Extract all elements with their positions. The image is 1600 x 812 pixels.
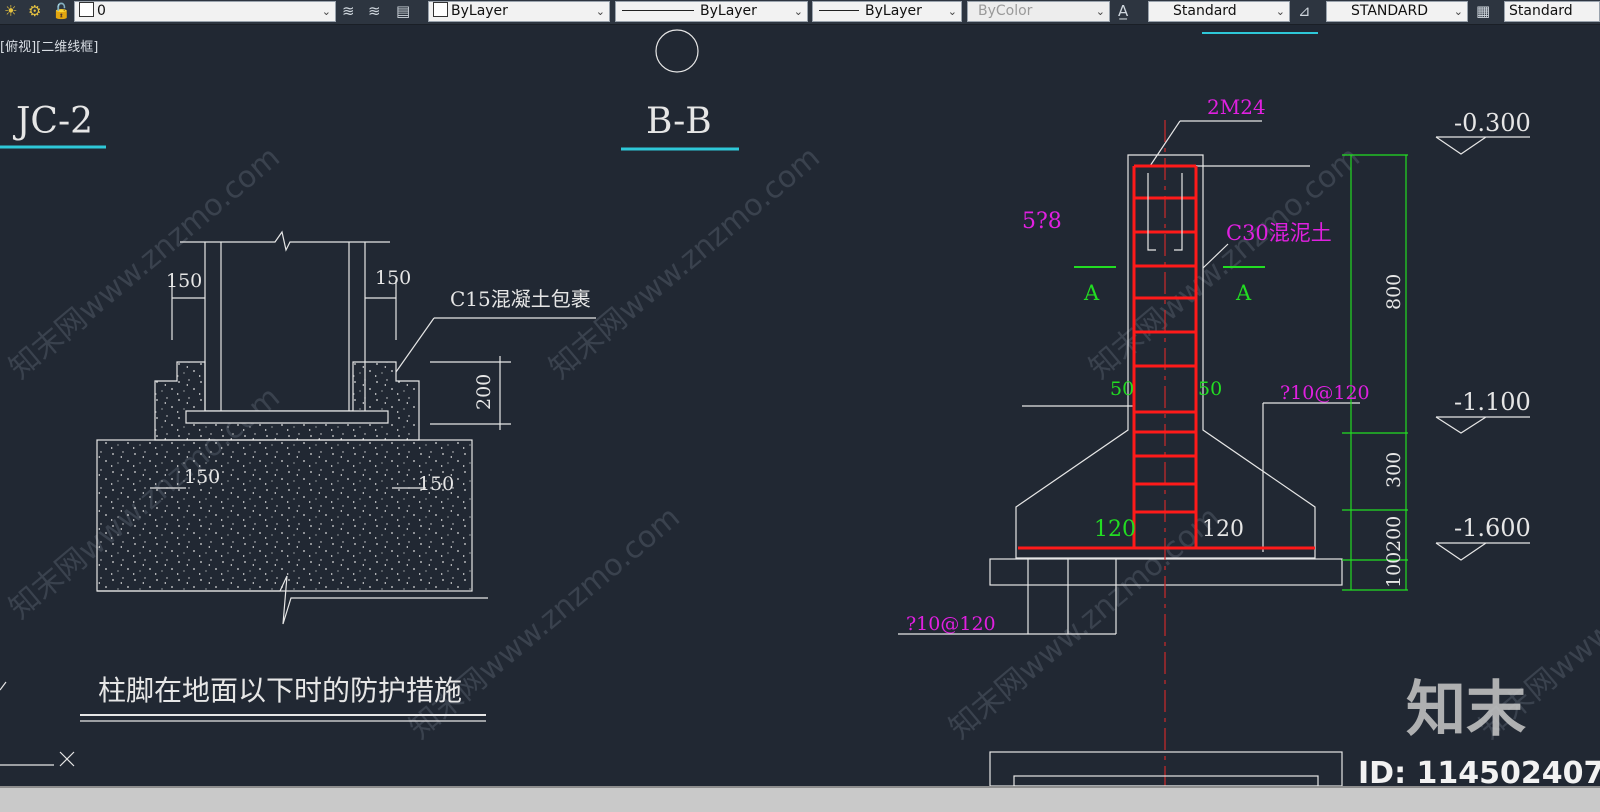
watermark-text: 知末网www.znzmo.com [3, 140, 287, 386]
lineweight-preview [819, 10, 859, 11]
layer-dropdown[interactable]: 0 ⌄ [74, 1, 336, 22]
dim-50: 50 [1110, 378, 1134, 400]
tablestyle-dropdown[interactable]: Standard [1504, 1, 1600, 22]
linetype-preview [622, 10, 694, 11]
linetype-dropdown[interactable]: ByLayer ⌄ [615, 1, 808, 22]
dim-800: 800 [1383, 274, 1405, 310]
label-rebar-spacing: ?10@120 [1280, 382, 1370, 404]
dim-300: 300 [1383, 452, 1405, 488]
tablestyle-value: Standard [1509, 3, 1573, 19]
chevron-down-icon: ⌄ [1275, 5, 1285, 18]
label-2m24: 2M24 [1207, 95, 1266, 119]
dim-50: 50 [1198, 378, 1222, 400]
label-rebar-count: 5?8 [1022, 209, 1062, 234]
chevron-down-icon: ⌄ [947, 5, 957, 18]
elevation-marker [1435, 542, 1530, 561]
watermark-text: 知末网www.znzmo.com [1083, 140, 1367, 386]
dim-120: 120 [1094, 517, 1136, 542]
layer-previous-icon[interactable]: ≋ [368, 2, 381, 21]
chevron-down-icon: ⌄ [321, 5, 331, 18]
layer-properties-icon[interactable]: ≋ [342, 2, 355, 21]
dim-100: 100 [1383, 552, 1405, 588]
chevron-down-icon: ⌄ [793, 5, 803, 18]
dim-200: 200 [473, 374, 495, 410]
dim-150: 150 [166, 270, 202, 292]
title-jc2: JC-2 [12, 101, 93, 142]
textstyle-dropdown[interactable]: Standard ⌄ [1148, 1, 1290, 22]
elevation-value: -1.100 [1454, 388, 1531, 416]
note-c15-encasement: C15混凝土包裹 [450, 287, 591, 311]
plotstyle-value: ByColor [978, 3, 1033, 19]
properties-toolbar: ☀ ⚙ 🔓 0 ⌄ ≋ ≋ ▤ ByLayer ⌄ ByLayer ⌄ ByLayer… [0, 0, 1600, 25]
elevation-value: -0.300 [1454, 109, 1531, 137]
text-style-icon[interactable]: A̲ [1118, 2, 1128, 21]
watermark-text: 知末网www.znzmo.com [543, 140, 827, 386]
layer-value: 0 [97, 3, 106, 19]
base-concrete [96, 439, 473, 592]
table-style-icon[interactable]: ▦ [1476, 2, 1490, 21]
dim-style-icon[interactable]: ⊿ [1298, 2, 1311, 21]
dim-120: 120 [1202, 517, 1244, 542]
elevation-marker [1435, 136, 1530, 155]
label-rebar-spacing: ?10@120 [906, 613, 996, 635]
layer-color-swatch [79, 2, 94, 17]
brand-watermark: 知末 ID: 1145024070 [1358, 675, 1600, 786]
dim-150: 150 [375, 267, 411, 289]
elevation-value: -1.600 [1454, 514, 1531, 542]
lock-icon[interactable]: 🔓 [52, 2, 71, 21]
textstyle-value: Standard [1173, 3, 1237, 19]
plotstyle-dropdown[interactable]: ByColor ⌄ [967, 1, 1110, 22]
elevation-marker [1435, 416, 1530, 434]
watermark-logo: 知末 [1406, 675, 1526, 745]
section-mark-a: A [1083, 281, 1100, 305]
layer-state-icon[interactable]: ▤ [396, 2, 410, 21]
lineweight-dropdown[interactable]: ByLayer ⌄ [812, 1, 962, 22]
chevron-down-icon: ⌄ [1095, 5, 1105, 18]
layer-freeze-icon[interactable]: ⚙ [28, 2, 41, 21]
dim-150: 150 [184, 466, 220, 488]
watermark-id: ID: 1145024070 [1358, 756, 1600, 786]
concrete-encasement [154, 361, 420, 441]
caption-protection-measures: 柱脚在地面以下时的防护措施 [98, 674, 462, 707]
color-dropdown[interactable]: ByLayer ⌄ [428, 1, 610, 22]
title-bb: B-B [646, 101, 712, 142]
sun-icon[interactable]: ☀ [4, 2, 17, 21]
label-c30-concrete: C30混泥土 [1226, 221, 1332, 245]
status-bar [0, 786, 1600, 812]
dim-200: 200 [1383, 516, 1405, 552]
drawing-canvas[interactable]: 知末网www.znzmo.com 知末网www.znzmo.com 知末网www… [0, 25, 1600, 786]
color-swatch [433, 2, 448, 17]
dimstyle-value: STANDARD [1351, 3, 1429, 19]
section-mark-a: A [1235, 281, 1252, 305]
viewcube-compass[interactable] [655, 29, 699, 73]
color-value: ByLayer [451, 3, 508, 19]
chevron-down-icon: ⌄ [595, 5, 605, 18]
lineweight-value: ByLayer [865, 3, 922, 19]
dim-150: 150 [418, 473, 454, 495]
chevron-down-icon: ⌄ [1453, 5, 1463, 18]
linetype-value: ByLayer [700, 3, 757, 19]
dimstyle-dropdown[interactable]: STANDARD ⌄ [1326, 1, 1468, 22]
